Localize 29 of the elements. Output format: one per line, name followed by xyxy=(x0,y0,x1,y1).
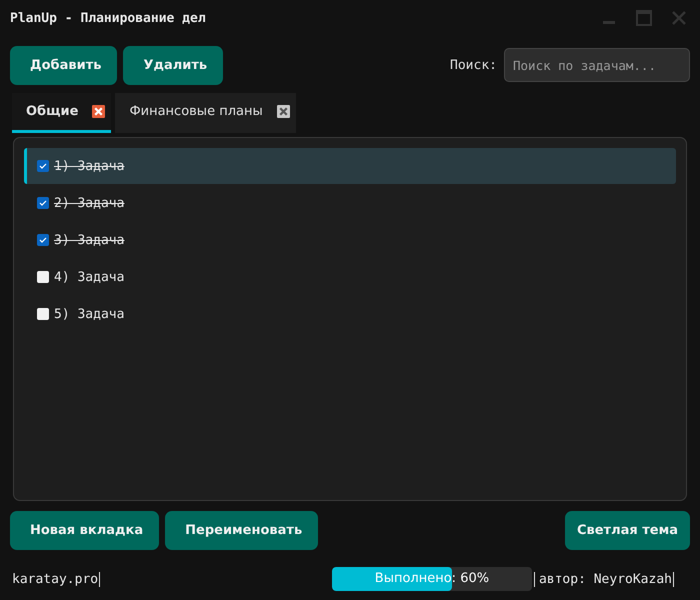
checkbox[interactable] xyxy=(37,234,49,246)
checkbox[interactable] xyxy=(37,160,49,172)
search-label: Поиск: xyxy=(450,58,497,72)
task-item[interactable]: 5) Задача xyxy=(24,296,676,332)
tab[interactable]: Финансовые планы xyxy=(115,93,296,133)
task-label: 3) Задача xyxy=(54,232,124,248)
action-button[interactable]: Новая вкладка xyxy=(10,511,160,550)
task-item[interactable]: 1) Задача xyxy=(24,148,676,184)
action-button[interactable]: Переименовать xyxy=(165,511,318,550)
task-label: 2) Задача xyxy=(54,196,124,210)
checkbox[interactable] xyxy=(37,308,49,320)
task-label: 5) Задача xyxy=(54,306,124,322)
toolbar-button[interactable]: Удалить xyxy=(123,46,224,84)
task-item[interactable]: 2) Задача xyxy=(24,185,676,221)
task-label: 1) Задача xyxy=(54,158,124,174)
toolbar-button[interactable]: Добавить xyxy=(10,46,118,84)
checkbox[interactable] xyxy=(37,271,49,283)
window-title: PlanUp - Планирование дел xyxy=(10,10,207,26)
close-icon[interactable] xyxy=(92,105,106,118)
task-item[interactable]: 3) Задача xyxy=(24,222,676,258)
site-label: karatay.pro xyxy=(12,572,100,586)
close-icon[interactable] xyxy=(276,105,290,118)
checkbox[interactable] xyxy=(37,197,49,209)
task-label: 4) Задача xyxy=(54,270,124,284)
task-item[interactable]: 4) Задача xyxy=(24,259,676,295)
theme-button[interactable]: Светлая тема xyxy=(564,511,690,550)
tab[interactable]: Общие xyxy=(12,93,112,133)
author-label: автор: NeyroKazah xyxy=(534,572,674,586)
search-field[interactable]: Поиск по задачам... xyxy=(504,48,690,82)
